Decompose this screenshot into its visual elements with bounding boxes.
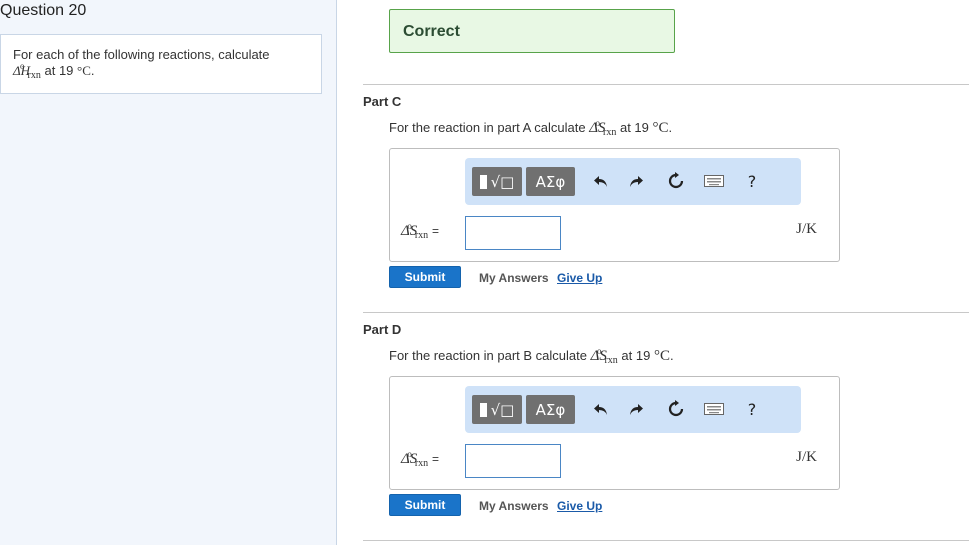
redo-icon[interactable]	[625, 170, 647, 192]
greek-symbols-icon[interactable]: ΑΣφ	[526, 395, 575, 424]
part-d-var-sup: o	[407, 449, 412, 459]
part-c-variable: ΔSorxn =	[401, 221, 440, 241]
part-c-end: .	[668, 120, 673, 135]
greek-symbols-icon[interactable]: ΑΣφ	[526, 167, 575, 196]
part-c-unit: J/K	[796, 221, 817, 237]
help-icon[interactable]: ?	[741, 398, 763, 420]
templates-icon[interactable]: √□	[472, 167, 522, 196]
undo-icon[interactable]	[590, 170, 612, 192]
part-d-toolbar: √□ ΑΣφ ?	[465, 386, 801, 433]
part-d-var-sub: rxn	[414, 458, 429, 469]
reset-icon[interactable]	[665, 170, 687, 192]
help-icon[interactable]: ?	[741, 170, 763, 192]
part-d-equals: =	[432, 452, 440, 466]
part-d-my-answers-link[interactable]: My Answers	[479, 499, 549, 513]
undo-icon[interactable]	[590, 398, 612, 420]
part-d-answer-input[interactable]	[465, 444, 561, 478]
part-d-unit: J/K	[796, 449, 817, 465]
part-c-var-sup: o	[407, 221, 412, 231]
divider	[363, 84, 969, 85]
part-c-submit-button[interactable]: Submit	[389, 266, 461, 288]
part-d-question: For the reaction in part B calculate ΔSo…	[389, 346, 674, 366]
part-d-answer-box: √□ ΑΣφ ? ΔSorxn = J/K	[389, 376, 840, 490]
prompt-text: For each of the following reactions, cal…	[13, 47, 270, 62]
templates-icon[interactable]: √□	[472, 395, 522, 424]
prompt-end: .	[90, 63, 95, 78]
part-c-sub: rxn	[603, 127, 617, 138]
part-c-text: For the reaction in part A calculate	[389, 120, 586, 135]
part-d-give-up-link[interactable]: Give Up	[557, 499, 602, 513]
part-d-temp-unit: °C	[653, 348, 670, 364]
reset-icon[interactable]	[665, 398, 687, 420]
part-d-submit-button[interactable]: Submit	[389, 494, 461, 516]
keyboard-icon[interactable]	[703, 398, 725, 420]
templates-label: √□	[490, 400, 515, 419]
part-d-variable: ΔSorxn =	[401, 449, 440, 469]
part-c-my-answers-link[interactable]: My Answers	[479, 271, 549, 285]
part-d-sub: rxn	[604, 355, 618, 366]
part-c-sup: o	[595, 118, 601, 128]
prompt-suffix: at 19	[44, 63, 74, 78]
question-sidebar: Question 20 For each of the following re…	[0, 0, 337, 545]
part-c-var-sub: rxn	[414, 230, 429, 241]
part-c-give-up-link[interactable]: Give Up	[557, 271, 602, 285]
divider	[363, 540, 969, 541]
correct-feedback: Correct	[389, 9, 675, 53]
question-prompt: For each of the following reactions, cal…	[0, 34, 322, 94]
question-title: Question 20	[0, 2, 87, 19]
part-c-equals: =	[432, 224, 440, 238]
divider	[363, 312, 969, 313]
part-c-answer-input[interactable]	[465, 216, 561, 250]
part-d-end: .	[669, 348, 674, 363]
redo-icon[interactable]	[625, 398, 647, 420]
part-c-label: Part C	[363, 94, 402, 109]
keyboard-icon[interactable]	[703, 170, 725, 192]
templates-label: √□	[490, 172, 515, 191]
prompt-sup: o	[20, 61, 25, 71]
prompt-sub: rxn	[27, 70, 41, 81]
part-d-label: Part D	[363, 322, 402, 337]
prompt-unit: °C	[77, 63, 91, 78]
part-d-text: For the reaction in part B calculate	[389, 348, 587, 363]
part-c-temp-unit: °C	[652, 120, 669, 136]
part-c-question: For the reaction in part A calculate ΔSo…	[389, 118, 673, 138]
part-c-answer-box: √□ ΑΣφ ? ΔSorxn = J/K	[389, 148, 840, 262]
part-c-suffix: at 19	[619, 120, 649, 135]
part-c-toolbar: √□ ΑΣφ ?	[465, 158, 801, 205]
part-d-suffix: at 19	[621, 348, 651, 363]
part-d-sup: o	[596, 346, 602, 356]
